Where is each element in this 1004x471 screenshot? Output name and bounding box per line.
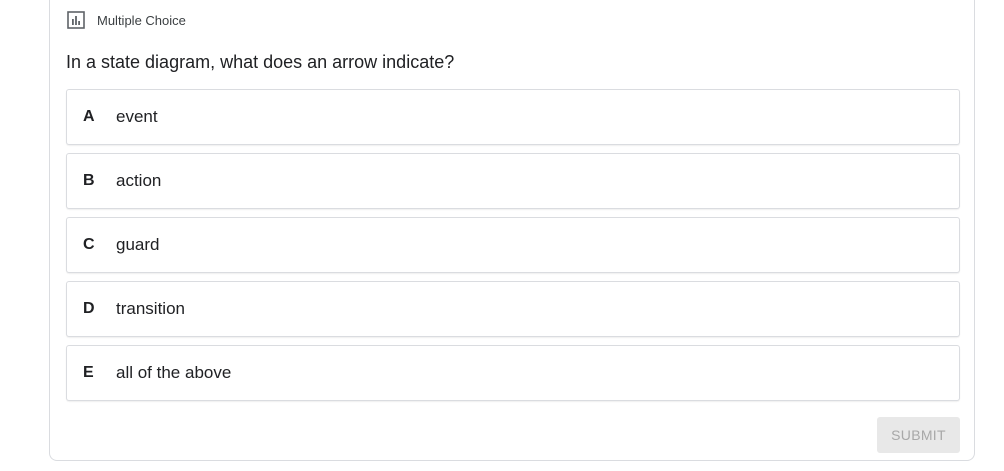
- option-text: transition: [116, 299, 185, 318]
- option-letter: E: [83, 364, 94, 381]
- option-a[interactable]: A event: [66, 89, 960, 145]
- poll-chart-icon: [67, 11, 85, 29]
- option-c[interactable]: C guard: [66, 217, 960, 273]
- answer-options: A event B action C guard D transition E …: [66, 89, 960, 409]
- question-text: In a state diagram, what does an arrow i…: [66, 52, 455, 72]
- option-text: guard: [116, 235, 160, 254]
- question-type-label: Multiple Choice: [97, 12, 186, 28]
- option-d[interactable]: D transition: [66, 281, 960, 337]
- option-letter: D: [83, 300, 95, 317]
- option-letter: C: [83, 236, 95, 253]
- option-b[interactable]: B action: [66, 153, 960, 209]
- option-text: all of the above: [116, 363, 232, 382]
- option-letter: B: [83, 172, 95, 189]
- submit-button[interactable]: SUBMIT: [877, 417, 960, 453]
- option-text: event: [116, 107, 158, 126]
- option-e[interactable]: E all of the above: [66, 345, 960, 401]
- option-text: action: [116, 171, 162, 190]
- question-type-header: Multiple Choice: [67, 10, 186, 30]
- option-letter: A: [83, 108, 95, 125]
